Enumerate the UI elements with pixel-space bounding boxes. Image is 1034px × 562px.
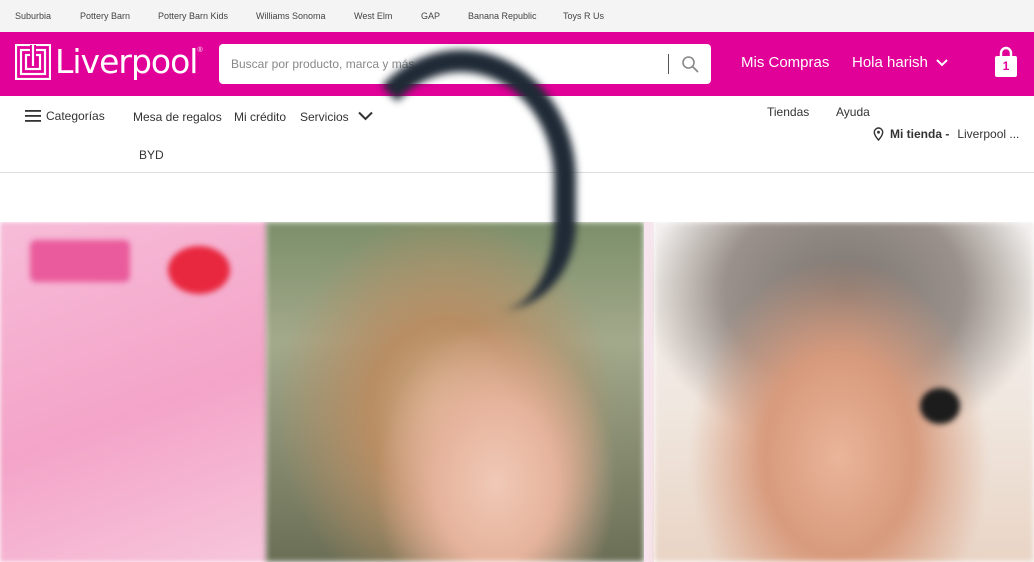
partner-link-suburbia[interactable]: Suburbia: [15, 11, 80, 21]
byd-link[interactable]: BYD: [139, 148, 164, 162]
tiendas-link[interactable]: Tiendas: [767, 105, 809, 119]
hamburger-menu-icon: [25, 110, 41, 122]
greeting-text: Hola harish: [852, 54, 928, 71]
mesa-de-regalos-link[interactable]: Mesa de regalos: [133, 110, 222, 124]
shopping-bag-button[interactable]: 1: [994, 46, 1018, 78]
chevron-down-icon: [936, 58, 948, 66]
partner-link-gap[interactable]: GAP: [421, 11, 468, 21]
ayuda-link[interactable]: Ayuda: [836, 105, 870, 119]
servicios-link[interactable]: Servicios: [300, 110, 349, 124]
mi-tienda-label: Mi tienda -: [890, 127, 950, 141]
search-icon: [682, 56, 699, 73]
partner-links-bar: Suburbia Pottery Barn Pottery Barn Kids …: [0, 0, 1034, 32]
liverpool-logo-icon: [14, 43, 52, 81]
banner-divider: [644, 222, 654, 562]
liverpool-logo-text: Liverpool: [55, 42, 198, 81]
account-menu[interactable]: Hola harish: [852, 54, 948, 71]
categorias-menu[interactable]: Categorías: [25, 109, 105, 123]
partner-link-toys-r-us[interactable]: Toys R Us: [563, 11, 604, 21]
location-pin-icon: [873, 127, 884, 141]
promo-badge-graphic: [30, 240, 130, 282]
promo-bubble-graphic: [168, 246, 230, 294]
cart-count-badge: 1: [1002, 59, 1010, 73]
earbuds-model-image: [654, 222, 1034, 562]
partner-link-pottery-barn[interactable]: Pottery Barn: [80, 11, 158, 21]
categorias-label: Categorías: [46, 109, 105, 123]
partner-link-pottery-barn-kids[interactable]: Pottery Barn Kids: [158, 11, 256, 21]
partner-link-west-elm[interactable]: West Elm: [354, 11, 421, 21]
liverpool-logo[interactable]: Liverpool ®: [14, 42, 203, 81]
partner-link-williams-sonoma[interactable]: Williams Sonoma: [256, 11, 354, 21]
mi-credito-link[interactable]: Mi crédito: [234, 110, 286, 124]
registered-mark: ®: [197, 46, 203, 54]
earbud-graphic: [920, 388, 960, 424]
partner-link-banana-republic[interactable]: Banana Republic: [468, 11, 563, 21]
search-button[interactable]: [669, 44, 711, 84]
mi-tienda-value: Liverpool ...: [957, 127, 1020, 141]
mi-tienda-selector[interactable]: Mi tienda - Liverpool ...: [873, 127, 1019, 141]
mis-compras-link[interactable]: Mis Compras: [741, 54, 829, 71]
headphones-graphic: [346, 50, 576, 310]
